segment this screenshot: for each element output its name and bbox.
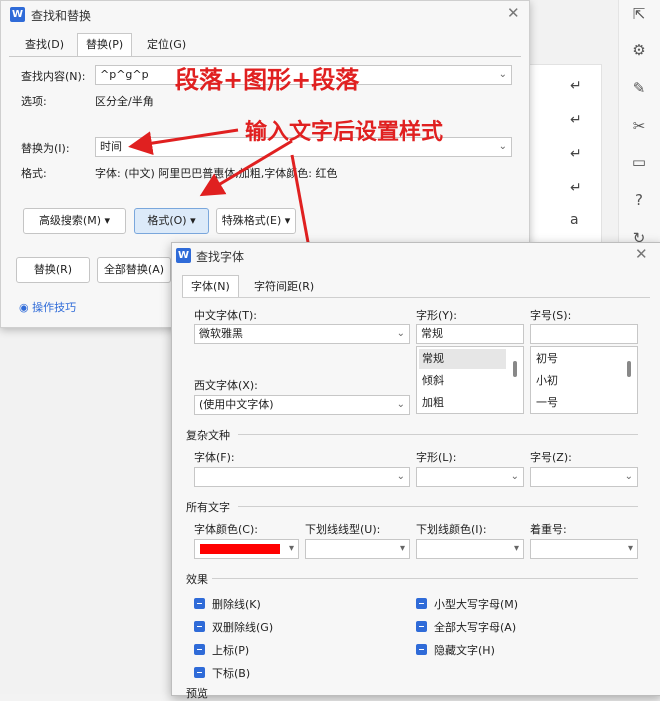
effects-section-title: 效果 — [186, 573, 208, 586]
small-caps-label: 小型大写字母(M) — [434, 598, 519, 611]
close-icon[interactable]: ✕ — [635, 245, 648, 263]
list-item[interactable]: 倾斜 — [419, 371, 506, 391]
chevron-down-icon[interactable]: ▾ — [400, 540, 405, 558]
chevron-down-icon[interactable]: ⌄ — [625, 468, 633, 486]
style-input[interactable]: 常规 — [416, 324, 524, 344]
underline-type-label: 下划线线型(U): — [305, 523, 381, 536]
chevron-down-icon[interactable]: ⌄ — [397, 468, 405, 486]
tab-divider — [182, 297, 650, 298]
cn-font-value: 微软雅黑 — [199, 327, 243, 340]
chevron-down-icon[interactable]: ⌄ — [397, 396, 405, 414]
list-item[interactable]: 加粗 — [419, 393, 506, 413]
chevron-down-icon[interactable]: ▾ — [628, 540, 633, 558]
complex-font-label: 字体(F): — [194, 451, 235, 464]
all-caps-checkbox[interactable] — [416, 621, 427, 632]
chevron-down-icon[interactable]: ⌄ — [511, 468, 519, 486]
section-divider — [238, 506, 638, 507]
chevron-down-icon[interactable]: ▾ — [289, 540, 294, 558]
all-caps-label: 全部大写字母(A) — [434, 621, 517, 634]
style-list[interactable]: 常规 倾斜 加粗 — [416, 346, 524, 414]
all-text-section-title: 所有文字 — [186, 501, 230, 514]
emphasis-label: 着重号: — [530, 523, 567, 536]
section-divider — [212, 578, 638, 579]
complex-size-label: 字号(Z): — [530, 451, 572, 464]
scrollbar[interactable] — [627, 361, 631, 377]
size-label: 字号(S): — [530, 309, 572, 322]
complex-font-select[interactable]: ⌄ — [194, 467, 410, 487]
superscript-label: 上标(P) — [212, 644, 250, 657]
list-item[interactable]: 小初 — [533, 371, 620, 391]
double-strikethrough-checkbox[interactable] — [194, 621, 205, 632]
dialog-title: 查找字体 — [196, 250, 245, 264]
west-font-label: 西文字体(X): — [194, 379, 258, 392]
strikethrough-checkbox[interactable] — [194, 598, 205, 609]
font-color-select[interactable]: ▾ — [194, 539, 299, 559]
subscript-checkbox[interactable] — [194, 667, 205, 678]
size-list[interactable]: 初号 小初 一号 — [530, 346, 638, 414]
section-divider — [238, 434, 638, 435]
complex-section-title: 复杂文种 — [186, 429, 230, 442]
double-strikethrough-label: 双删除线(G) — [212, 621, 274, 634]
west-font-select[interactable]: (使用中文字体) ⌄ — [194, 395, 410, 415]
complex-size-select[interactable]: ⌄ — [530, 467, 638, 487]
preview-section-title: 预览 — [186, 687, 208, 700]
hidden-text-label: 隐藏文字(H) — [434, 644, 495, 657]
underline-color-select[interactable]: ▾ — [416, 539, 524, 559]
superscript-checkbox[interactable] — [194, 644, 205, 655]
list-item[interactable]: 一号 — [533, 393, 620, 413]
subscript-label: 下标(B) — [212, 667, 251, 680]
style-value: 常规 — [421, 327, 443, 340]
wps-logo-icon: W — [176, 248, 191, 263]
arrow-to-replace-input — [128, 128, 239, 156]
style-label: 字形(Y): — [416, 309, 458, 322]
scrollbar[interactable] — [513, 361, 517, 377]
small-caps-checkbox[interactable] — [416, 598, 427, 609]
list-item[interactable]: 常规 — [419, 349, 506, 369]
color-swatch — [200, 544, 280, 554]
tab-char-spacing[interactable]: 字符间距(R) — [246, 276, 322, 298]
west-font-value: (使用中文字体) — [199, 398, 274, 411]
list-item[interactable]: 初号 — [533, 349, 620, 369]
strikethrough-label: 删除线(K) — [212, 598, 261, 611]
chevron-down-icon[interactable]: ⌄ — [397, 325, 405, 343]
size-input[interactable] — [530, 324, 638, 344]
underline-color-label: 下划线颜色(I): — [416, 523, 487, 536]
arrow-to-format-button — [199, 139, 293, 197]
cn-font-select[interactable]: 微软雅黑 ⌄ — [194, 324, 410, 344]
complex-style-select[interactable]: ⌄ — [416, 467, 524, 487]
font-color-label: 字体颜色(C): — [194, 523, 258, 536]
underline-type-select[interactable]: ▾ — [305, 539, 410, 559]
complex-style-label: 字形(L): — [416, 451, 457, 464]
find-font-dialog: W 查找字体 ✕ 字体(N) 字符间距(R) 中文字体(T): 微软雅黑 ⌄ 字… — [171, 242, 660, 700]
cn-font-label: 中文字体(T): — [194, 309, 258, 322]
emphasis-select[interactable]: ▾ — [530, 539, 638, 559]
chevron-down-icon[interactable]: ▾ — [514, 540, 519, 558]
tab-font[interactable]: 字体(N) — [182, 275, 239, 298]
hidden-text-checkbox[interactable] — [416, 644, 427, 655]
